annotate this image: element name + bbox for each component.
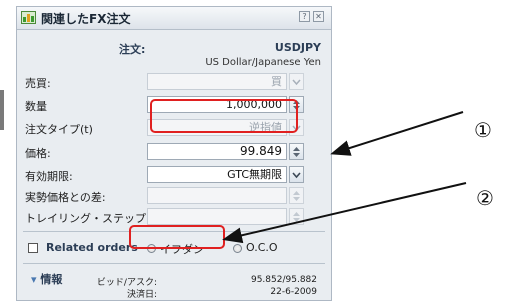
callout-2: ② [476, 186, 494, 210]
callout-1: ① [474, 118, 492, 142]
arrow-to-ifd [222, 182, 467, 244]
arrow-to-price [330, 111, 464, 156]
annotation-arrows [222, 111, 467, 244]
